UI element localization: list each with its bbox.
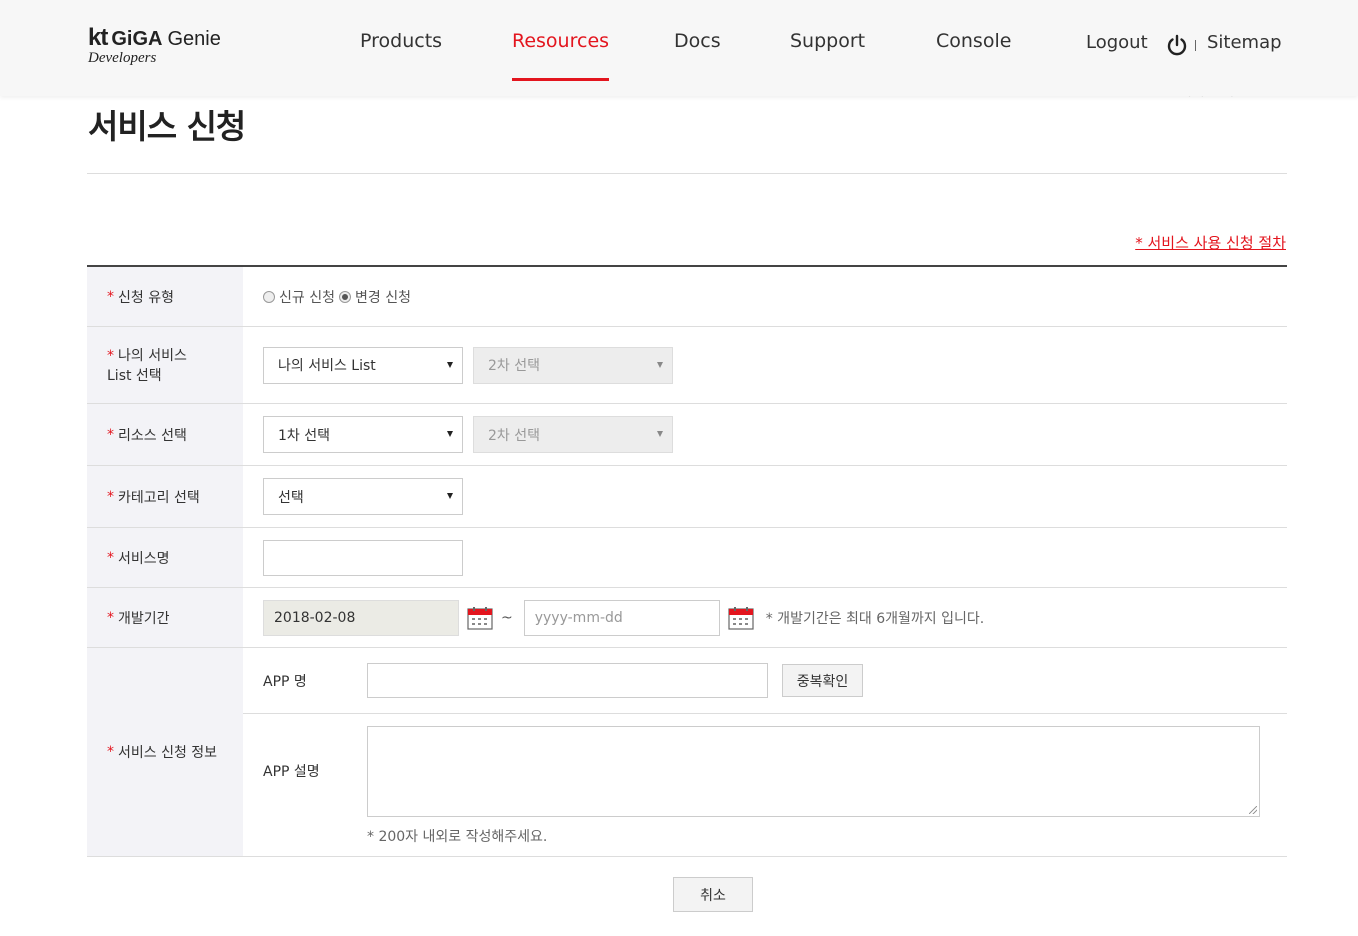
cell-my-service: 나의 서비스 List 2차 선택 — [243, 327, 1287, 403]
logout-link[interactable]: Logout — [1086, 32, 1148, 53]
logo-genie: Genie — [167, 28, 221, 50]
row-resource: * 리소스 선택 1차 선택 2차 선택 — [87, 404, 1287, 466]
label-text: 서비스 신청 정보 — [118, 745, 218, 761]
title-divider — [87, 173, 1287, 174]
row-apply-type: * 신청 유형 신규 신청 변경 신청 — [87, 267, 1287, 327]
select-value: 2차 선택 — [488, 358, 540, 374]
label-my-service: * 나의 서비스 List 선택 — [87, 327, 243, 403]
chevron-down-icon — [447, 361, 453, 368]
label-text: 카테고리 선택 — [118, 489, 200, 506]
required-mark: * — [107, 288, 114, 305]
logo-developers: Developers — [88, 50, 157, 66]
date-range-separator: ~ — [501, 609, 513, 626]
label-text: 개발기간 — [118, 610, 170, 627]
label-category: * 카테고리 선택 — [87, 466, 243, 527]
label-apply-type: * 신청 유형 — [87, 267, 243, 326]
service-procedure-link[interactable]: * 서비스 사용 신청 절차 — [1135, 232, 1286, 253]
required-mark: * — [107, 609, 114, 626]
label-text-line2: List 선택 — [107, 368, 162, 384]
logo[interactable]: kt GiGA Genie Developers — [88, 24, 221, 67]
cell-dev-period: 2018-02-08 ~ yyyy-mm-dd * 개발기간은 최대 6개월까지 — [243, 588, 1287, 647]
select-value: 1차 선택 — [278, 427, 330, 444]
radio-circle — [263, 290, 275, 303]
label-text: 서비스명 — [118, 550, 170, 567]
required-mark: * — [107, 549, 114, 566]
cell-apply-type: 신규 신청 변경 신청 — [243, 267, 1287, 326]
app-desc-label: APP 설명 — [263, 764, 320, 780]
cancel-button[interactable]: 취소 — [673, 877, 753, 912]
row-category: * 카테고리 선택 선택 — [87, 466, 1287, 528]
row-my-service: * 나의 서비스 List 선택 나의 서비스 List 2차 선택 — [87, 327, 1287, 404]
util-divider — [1195, 40, 1196, 51]
page-title: 서비스 신청 — [88, 107, 246, 146]
row-service-name: * 서비스명 — [87, 528, 1287, 588]
cell-resource: 1차 선택 2차 선택 — [243, 404, 1287, 465]
cell-category: 선택 — [243, 466, 1287, 527]
row-dev-period: * 개발기간 2018-02-08 ~ yyyy-mm-dd * 개발기간은 최… — [87, 588, 1287, 648]
nav-support[interactable]: Support — [790, 30, 865, 52]
end-date-input[interactable]: yyyy-mm-dd — [523, 599, 720, 636]
label-service-name: * 서비스명 — [87, 528, 243, 587]
required-mark: * — [107, 744, 114, 760]
service-application-form: * 신청 유형 신규 신청 변경 신청 * 나의 서비스 List 선택 나의 서… — [87, 265, 1287, 857]
select-value: 2차 선택 — [488, 427, 540, 444]
label-resource: * 리소스 선택 — [87, 404, 243, 465]
app-desc-row: APP 설명 * 200자 내외로 작성해주세요. — [243, 714, 1287, 856]
app-description-textarea[interactable] — [367, 726, 1260, 817]
radio-new-application[interactable]: 신규 신청 — [263, 287, 335, 307]
chevron-down-icon — [657, 361, 663, 368]
label-text: 리소스 선택 — [118, 427, 187, 444]
select-value: 나의 서비스 List — [278, 358, 376, 374]
chevron-down-icon — [657, 431, 663, 437]
label-service-info: * 서비스 신청 정보 — [87, 648, 243, 856]
label-text: 나의 서비스 — [118, 348, 187, 364]
radio-circle-checked — [338, 290, 351, 303]
site-header: kt GiGA Genie Developers Products Resour… — [0, 0, 1358, 96]
end-date-placeholder: yyyy-mm-dd — [534, 609, 623, 626]
label-text: 신청 유형 — [118, 289, 174, 306]
nav-active-underline — [512, 78, 610, 81]
my-service-secondary-select[interactable]: 2차 선택 — [473, 346, 673, 384]
required-mark: * — [107, 488, 114, 505]
required-mark: * — [107, 348, 114, 364]
start-date-input[interactable]: 2018-02-08 — [263, 599, 459, 636]
resource-primary-select[interactable]: 1차 선택 — [263, 416, 463, 453]
dev-period-hint: * 개발기간은 최대 6개월까지 입니다. — [765, 610, 985, 627]
app-name-label: APP 명 — [263, 673, 307, 690]
chevron-down-icon — [447, 431, 453, 437]
logo-giga: GiGA — [111, 28, 163, 50]
resource-secondary-select[interactable]: 2차 선택 — [473, 416, 673, 453]
nav-products[interactable]: Products — [360, 30, 442, 52]
cell-service-name — [243, 528, 1287, 587]
app-desc-wrapper: * 200자 내외로 작성해주세요. — [367, 726, 1260, 856]
row-service-info: * 서비스 신청 정보 APP 명 중복확인 APP 설명 * 200자 내외로… — [87, 648, 1287, 857]
nav-resources[interactable]: Resources — [512, 30, 610, 81]
nav-docs[interactable]: Docs — [674, 30, 721, 52]
app-desc-hint: * 200자 내외로 작성해주세요. — [367, 829, 548, 845]
logo-kt: kt — [88, 24, 108, 51]
power-icon[interactable] — [1166, 34, 1188, 56]
service-name-input[interactable] — [263, 539, 463, 576]
label-dev-period: * 개발기간 — [87, 588, 243, 647]
required-mark: * — [107, 426, 114, 443]
resize-handle-icon[interactable] — [1249, 806, 1257, 814]
chevron-down-icon — [447, 493, 453, 499]
radio-label: 변경 신청 — [354, 289, 411, 306]
category-select[interactable]: 선택 — [263, 478, 463, 515]
calendar-icon[interactable] — [728, 606, 754, 630]
nav-console[interactable]: Console — [936, 30, 1011, 52]
calendar-icon[interactable] — [467, 606, 493, 630]
sitemap-link[interactable]: Sitemap — [1207, 32, 1282, 53]
cell-service-info: APP 명 중복확인 APP 설명 * 200자 내외로 작성해주세요. — [243, 648, 1287, 856]
nav-resources-label: Resources — [512, 30, 610, 52]
radio-label: 신규 신청 — [279, 289, 335, 306]
my-service-select[interactable]: 나의 서비스 List — [263, 346, 463, 384]
select-value: 선택 — [278, 489, 304, 506]
radio-change-application[interactable]: 변경 신청 — [338, 287, 411, 307]
duplicate-check-button[interactable]: 중복확인 — [782, 664, 863, 697]
app-name-row: APP 명 중복확인 — [243, 648, 1287, 714]
start-date-value: 2018-02-08 — [274, 609, 356, 626]
app-name-input[interactable] — [367, 663, 768, 698]
